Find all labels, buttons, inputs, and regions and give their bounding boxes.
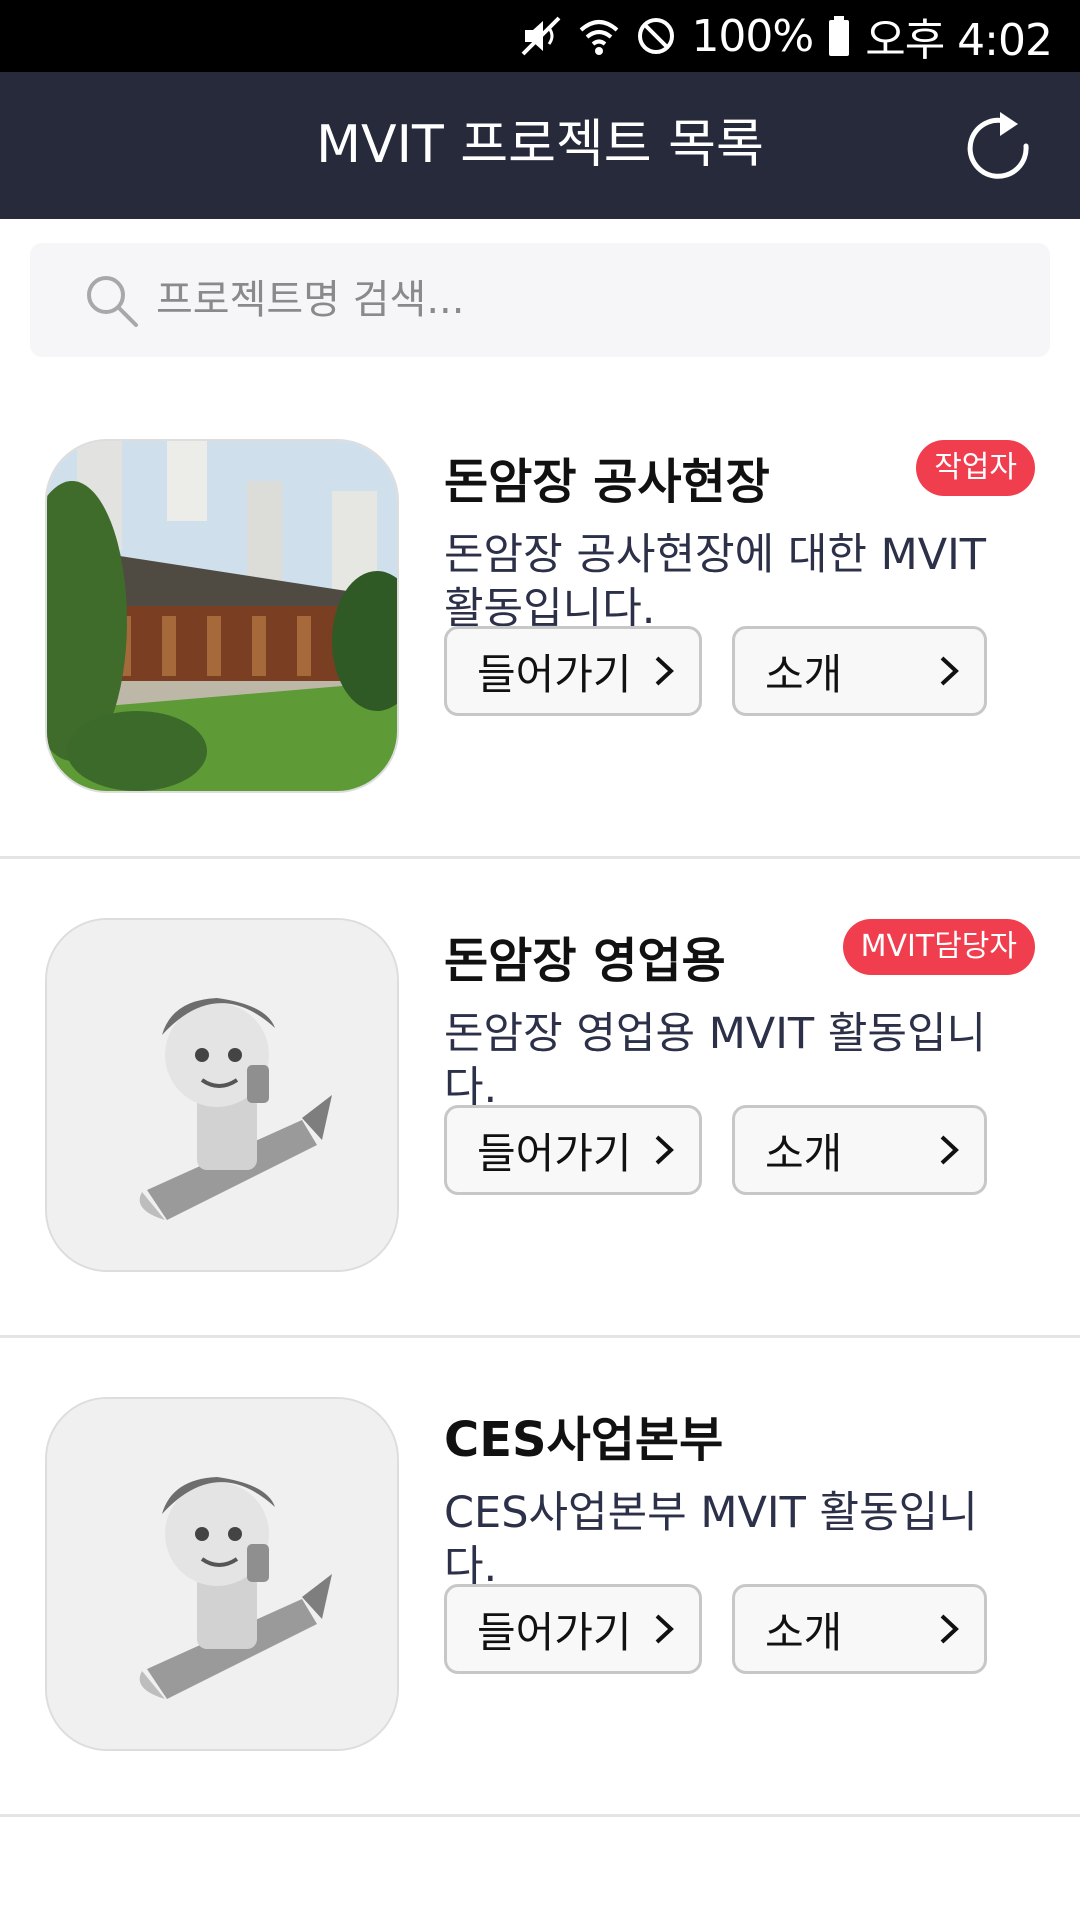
chevron-right-icon	[940, 1614, 959, 1644]
mute-icon	[522, 16, 561, 56]
enter-button[interactable]: 들어가기	[444, 1584, 702, 1674]
status-bar: 100% 오후 4:02	[0, 0, 1080, 72]
wifi-icon	[580, 20, 619, 55]
project-description: 돈암장 공사현장에 대한 MVIT 활동입니다.	[444, 530, 987, 634]
hanok-building-photo	[47, 441, 397, 791]
default-mascot-image	[47, 920, 397, 1270]
search-input[interactable]	[156, 265, 1016, 335]
project-name: 돈암장 영업용	[444, 933, 726, 989]
chevron-right-icon	[940, 1135, 959, 1165]
default-mascot-image	[47, 1399, 397, 1749]
enter-button-label: 들어가기	[477, 649, 632, 699]
project-description: CES사업본부 MVIT 활동입니다.	[444, 1488, 978, 1592]
intro-button[interactable]: 소개	[732, 1105, 987, 1195]
page-title: MVIT 프로젝트 목록	[316, 115, 764, 175]
intro-button[interactable]: 소개	[732, 626, 987, 716]
enter-button-label: 들어가기	[477, 1128, 632, 1178]
project-name: 돈암장 공사현장	[444, 454, 770, 510]
role-badge: MVIT담당자	[842, 919, 1035, 975]
block-icon	[638, 18, 675, 54]
battery-icon	[829, 16, 850, 56]
project-thumbnail[interactable]	[45, 1397, 399, 1751]
intro-button-label: 소개	[765, 1607, 843, 1657]
chevron-right-icon	[655, 1135, 674, 1165]
chevron-right-icon	[655, 656, 674, 686]
project-thumbnail[interactable]	[45, 439, 399, 793]
enter-button[interactable]: 들어가기	[444, 1105, 702, 1195]
intro-button[interactable]: 소개	[732, 1584, 987, 1674]
enter-button[interactable]: 들어가기	[444, 626, 702, 716]
refresh-button[interactable]	[960, 106, 1040, 186]
project-description: 돈암장 영업용 MVIT 활동입니다.	[444, 1009, 987, 1113]
project-card: 돈암장 공사현장 작업자 돈암장 공사현장에 대한 MVIT 활동입니다. 들어…	[0, 380, 1080, 859]
intro-button-label: 소개	[765, 1128, 843, 1178]
search-icon	[87, 276, 138, 327]
battery-percent: 100%	[691, 10, 814, 62]
intro-button-label: 소개	[765, 649, 843, 699]
status-icons: 100% 오후 4:02	[519, 0, 1053, 72]
enter-button-label: 들어가기	[477, 1607, 632, 1657]
project-card: 돈암장 영업용 MVIT담당자 돈암장 영업용 MVIT 활동입니다. 들어가기…	[0, 859, 1080, 1338]
project-thumbnail[interactable]	[45, 918, 399, 1272]
chevron-right-icon	[655, 1614, 674, 1644]
refresh-icon	[967, 112, 1029, 179]
project-card: CES사업본부 CES사업본부 MVIT 활동입니다. 들어가기 소개	[0, 1338, 1080, 1817]
chevron-right-icon	[940, 656, 959, 686]
app-header: MVIT 프로젝트 목록	[0, 72, 1080, 219]
status-time: 오후 4:02	[865, 15, 1053, 66]
project-name: CES사업본부	[444, 1412, 724, 1468]
role-badge: 작업자	[916, 440, 1035, 496]
search-box[interactable]	[30, 243, 1050, 357]
